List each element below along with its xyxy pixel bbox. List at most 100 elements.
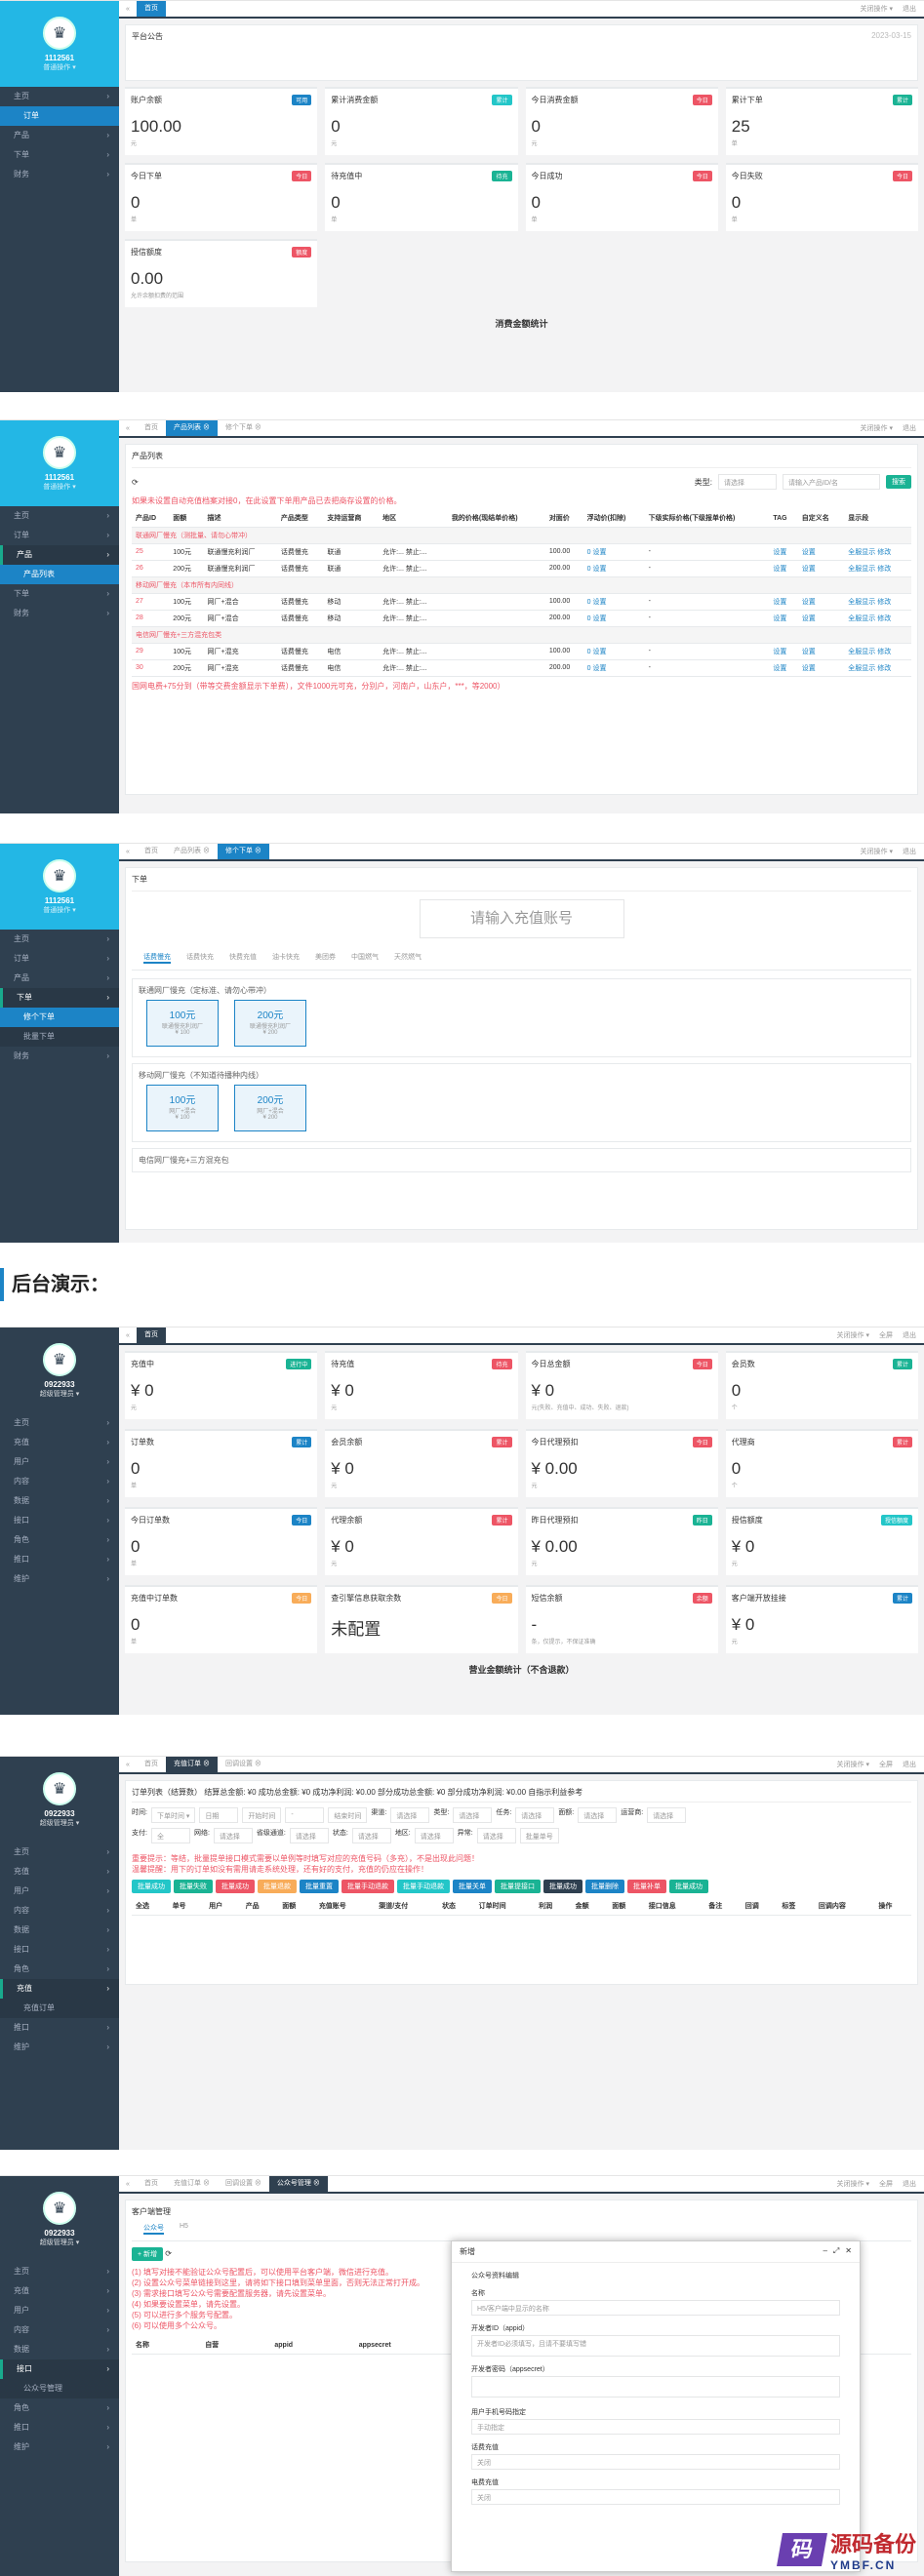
fullscreen-button[interactable]: 全屏	[879, 2179, 893, 2189]
sidebar-item[interactable]: 订单	[0, 949, 119, 969]
tab-prev-icon[interactable]: «	[119, 6, 137, 13]
category-tab[interactable]: 话费慢充	[143, 952, 171, 964]
close-icon[interactable]: ✕	[845, 2246, 852, 2257]
sidebar-item[interactable]: 用户	[0, 1452, 119, 1472]
table-cell[interactable]: 0 设置	[583, 659, 645, 677]
filter-control[interactable]: 结束时间	[328, 1807, 368, 1823]
table-cell[interactable]: 设置	[797, 560, 845, 577]
sidebar-item[interactable]: 维护	[0, 2437, 119, 2457]
sidebar-item[interactable]: 财务	[0, 165, 119, 184]
refresh-icon[interactable]: ⟳	[132, 478, 139, 487]
sidebar-item[interactable]: 财务	[0, 604, 119, 623]
sidebar-item[interactable]: 产品	[0, 126, 119, 145]
sidebar-item[interactable]: 下单	[0, 584, 119, 604]
tab-product-list[interactable]: 产品列表 ⊗	[166, 420, 218, 436]
tab-prev-icon[interactable]: «	[119, 2181, 137, 2188]
tab-home[interactable]: 首页	[137, 1757, 166, 1772]
table-cell[interactable]: 设置	[769, 560, 798, 577]
search-input[interactable]: 请输入产品ID/名	[783, 474, 880, 490]
sidebar-item[interactable]: 下单	[0, 988, 119, 1008]
tab-prev-icon[interactable]: «	[119, 1332, 137, 1339]
tab-callback[interactable]: 回调设置 ⊗	[218, 1757, 269, 1772]
tab-gzh[interactable]: 公众号	[143, 2223, 164, 2235]
batch-action-button[interactable]: 批量手动退款	[341, 1880, 394, 1893]
tab-home[interactable]: 首页	[137, 844, 166, 859]
sidebar-item[interactable]: 数据	[0, 1491, 119, 1511]
type-select[interactable]: 请选择	[718, 474, 777, 490]
table-cell[interactable]: 全服显示 修改	[844, 560, 911, 577]
sidebar-item[interactable]: 角色	[0, 1960, 119, 1979]
batch-action-button[interactable]: 批量补单	[627, 1880, 666, 1893]
sidebar-item[interactable]: 内容	[0, 2320, 119, 2340]
table-cell[interactable]: 设置	[769, 643, 798, 660]
filter-control[interactable]: 日期	[199, 1807, 239, 1823]
filter-control[interactable]: 请选择	[414, 1828, 454, 1843]
table-cell[interactable]: 0 设置	[583, 610, 645, 627]
sidebar-subitem[interactable]: 产品列表	[0, 565, 119, 584]
category-tab[interactable]: 天然燃气	[394, 952, 422, 964]
table-cell[interactable]: 设置	[797, 593, 845, 611]
table-cell[interactable]: 全服显示 修改	[844, 610, 911, 627]
sidebar-item[interactable]: 推口	[0, 1550, 119, 1569]
refresh-icon[interactable]: ⟳	[165, 2249, 172, 2258]
table-cell[interactable]: 设置	[797, 659, 845, 677]
tab-order[interactable]: 修个下单 ⊗	[217, 844, 269, 859]
sidebar-item[interactable]: 角色	[0, 2398, 119, 2418]
add-button[interactable]: + 新增	[132, 2247, 164, 2261]
sidebar-item[interactable]: 维护	[0, 1569, 119, 1589]
batch-action-button[interactable]: 批量手动退款	[397, 1880, 450, 1893]
sidebar-item[interactable]: 公众号管理	[0, 2379, 119, 2398]
tab-order[interactable]: 修个下单 ⊗	[218, 420, 269, 436]
sidebar-item[interactable]: 财务	[0, 1047, 119, 1066]
tab-orders[interactable]: 充值订单 ⊗	[166, 1757, 218, 1772]
user-role[interactable]: 普通操作 ▾	[43, 482, 75, 492]
appid-input[interactable]: 开发者ID必须填写，且请不要填写错	[471, 2335, 840, 2357]
maximize-icon[interactable]: ⤢	[833, 2246, 839, 2257]
table-cell[interactable]: 0 设置	[583, 543, 645, 561]
batch-action-button[interactable]: 批量成功	[216, 1880, 255, 1893]
user-role[interactable]: 超级管理员 ▾	[40, 1818, 79, 1828]
category-tab[interactable]: 中国燃气	[351, 952, 379, 964]
user-role[interactable]: 普通操作 ▾	[43, 62, 75, 72]
table-cell[interactable]: 设置	[769, 543, 798, 561]
filter-control[interactable]: 全	[150, 1828, 190, 1843]
sidebar-item[interactable]: 内容	[0, 1901, 119, 1921]
table-cell[interactable]: 0 设置	[583, 593, 645, 611]
sidebar-item[interactable]: 主页	[0, 87, 119, 106]
sidebar-item[interactable]: 充值订单	[0, 1999, 119, 2018]
logout-button[interactable]: 退出	[903, 423, 916, 433]
filter-control[interactable]: 请选择	[515, 1807, 555, 1823]
category-tab[interactable]: 美团券	[315, 952, 336, 964]
sidebar-item[interactable]: 充值	[0, 1862, 119, 1882]
recharge-account-input[interactable]: 请输入充值账号	[419, 899, 624, 938]
sidebar-item[interactable]: 接口	[0, 1940, 119, 1960]
sidebar-item[interactable]: 订单	[0, 526, 119, 545]
table-cell[interactable]: 全服显示 修改	[844, 543, 911, 561]
tab-callback[interactable]: 回调设置 ⊗	[218, 2176, 269, 2192]
table-cell[interactable]: 设置	[797, 610, 845, 627]
table-cell[interactable]: 0 设置	[583, 560, 645, 577]
batch-action-button[interactable]: 批量关单	[453, 1880, 492, 1893]
appsecret-input[interactable]	[471, 2376, 840, 2398]
logout-button[interactable]: 退出	[903, 4, 916, 14]
filter-control[interactable]: 下单时间 ▾	[150, 1807, 196, 1823]
tab-product-list[interactable]: 产品列表 ⊗	[166, 844, 218, 859]
tab-prev-icon[interactable]: «	[119, 849, 137, 855]
logout-button[interactable]: 退出	[903, 2179, 916, 2189]
filter-control[interactable]: 请选择	[647, 1807, 687, 1823]
sidebar-item[interactable]: 推口	[0, 2418, 119, 2437]
close-ops-button[interactable]: 关闭操作 ▾	[861, 423, 893, 433]
tab-orders[interactable]: 充值订单 ⊗	[166, 2176, 218, 2192]
table-cell[interactable]: 设置	[769, 659, 798, 677]
filter-control[interactable]: 请选择	[453, 1807, 493, 1823]
tab-home[interactable]: 首页	[137, 1328, 166, 1343]
batch-action-button[interactable]: 批量成功	[132, 1880, 171, 1893]
batch-action-button[interactable]: 批量成功	[543, 1880, 583, 1893]
sidebar-subitem[interactable]: 批量下单	[0, 1027, 119, 1047]
tab-wechat[interactable]: 公众号管理 ⊗	[268, 2176, 328, 2192]
product-option[interactable]: 200元 网厂+混合 ¥ 200	[234, 1085, 306, 1131]
filter-control[interactable]: -	[285, 1807, 325, 1823]
category-tab[interactable]: 快费充值	[229, 952, 257, 964]
sidebar-item[interactable]: 充值	[0, 1433, 119, 1452]
tab-home[interactable]: 首页	[137, 420, 166, 436]
